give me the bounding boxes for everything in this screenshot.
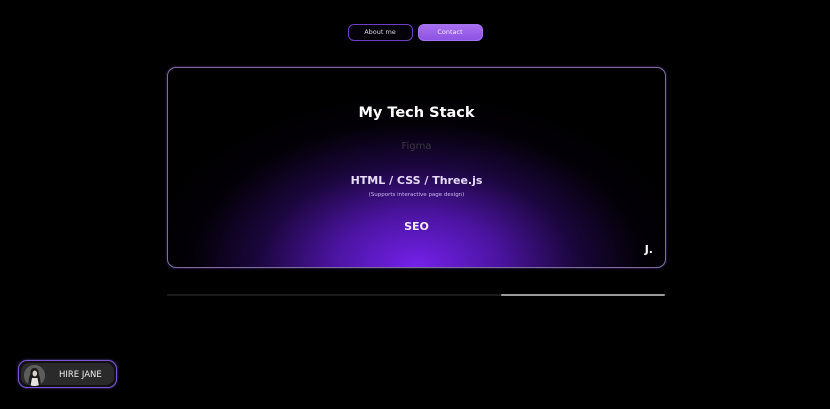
avatar [24,365,45,386]
stack-item-note: (Supports interactive page design) [368,192,465,198]
card-content: My Tech Stack Figma HTML / CSS / Three.j… [168,68,665,267]
card-title: My Tech Stack [358,105,475,121]
stack-item-html-css-threejs: HTML / CSS / Three.js [350,174,483,187]
carousel-progress-indicator [501,294,665,296]
tech-stack-card: My Tech Stack Figma HTML / CSS / Three.j… [167,67,666,268]
top-nav: About me Contact [0,24,830,41]
logo: J. [644,243,653,256]
hire-button-label: HIRE JANE [59,370,102,380]
stack-item-figma: Figma [401,141,432,152]
stack-item-seo: SEO [404,220,429,233]
hire-jane-button[interactable]: HIRE JANE [18,360,117,388]
avatar-portrait-icon [24,365,45,386]
about-me-button[interactable]: About me [347,24,413,41]
contact-button[interactable]: Contact [417,24,483,41]
hire-button-inner: HIRE JANE [21,363,114,386]
carousel-progress-track[interactable] [167,294,665,296]
